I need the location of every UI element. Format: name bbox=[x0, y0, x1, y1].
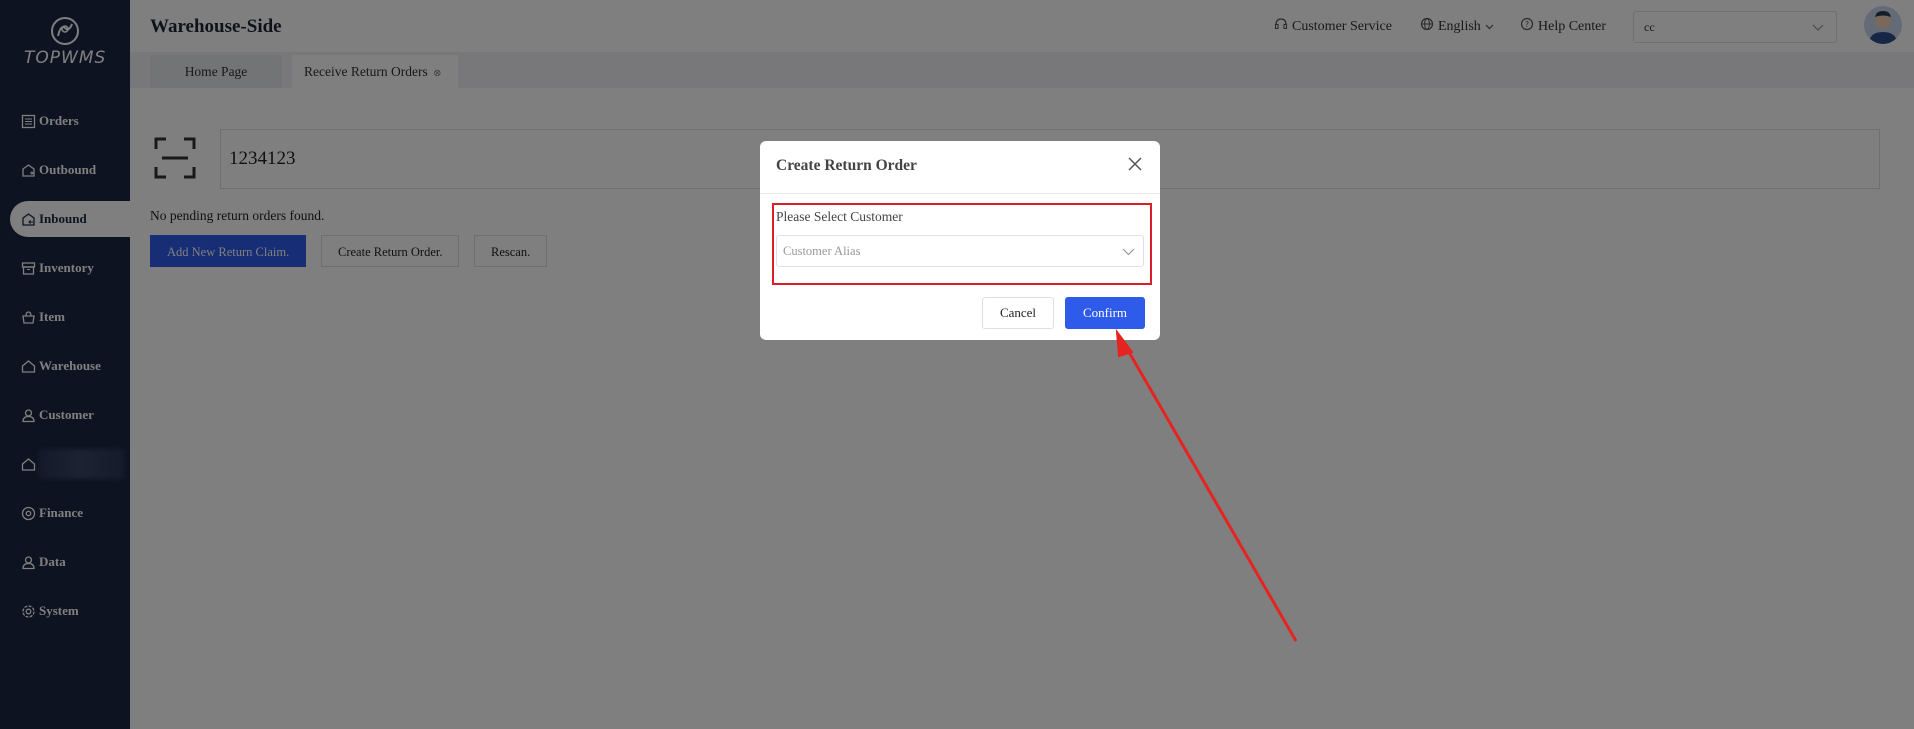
cancel-button[interactable]: Cancel bbox=[982, 297, 1054, 329]
confirm-button[interactable]: Confirm bbox=[1065, 297, 1145, 329]
divider bbox=[760, 193, 1160, 194]
dialog-title: Create Return Order bbox=[776, 157, 917, 174]
select-placeholder: Customer Alias bbox=[783, 244, 861, 258]
close-icon[interactable] bbox=[1126, 155, 1144, 173]
chevron-down-icon bbox=[1122, 245, 1135, 260]
customer-field-label: Please Select Customer bbox=[776, 209, 903, 224]
create-return-order-dialog: Create Return Order Please Select Custom… bbox=[760, 141, 1160, 340]
customer-alias-select[interactable]: Customer Alias bbox=[776, 235, 1144, 267]
modal-overlay[interactable] bbox=[0, 0, 1914, 729]
